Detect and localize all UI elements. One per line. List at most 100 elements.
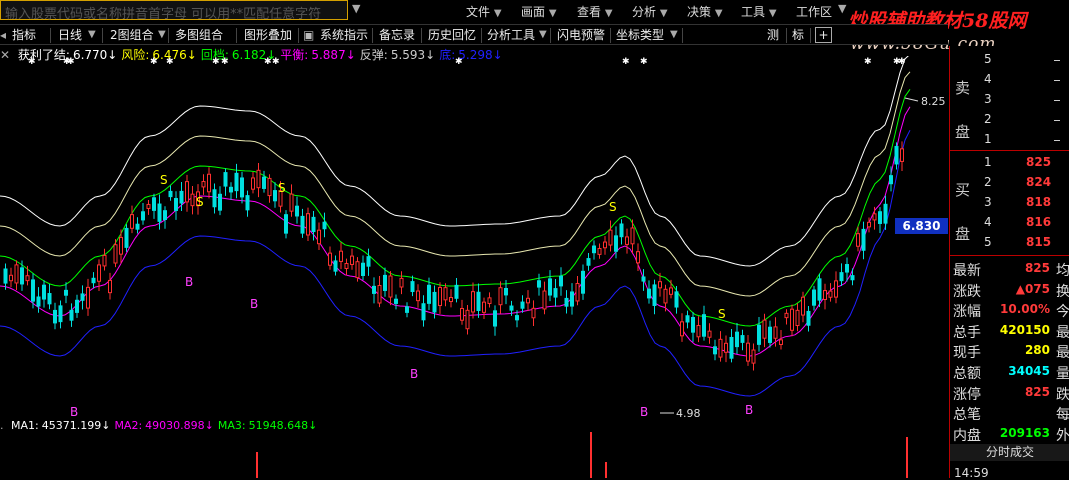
candle-body [229,186,233,193]
toolbar-alert-button[interactable]: 闪电预警 [557,27,605,43]
2chart-dropdown-icon[interactable]: ▼ [158,27,166,43]
candle-body [515,315,519,321]
buy-signal-mark: B [640,405,648,418]
toolbar-left-arrow-icon[interactable]: ◂ [0,27,6,43]
candle-body [427,284,431,304]
band-risk-line [0,71,911,297]
toolbar-measure-button[interactable]: 测 [767,27,779,43]
search-dropdown-icon[interactable]: ▼ [352,2,360,15]
candle-body [295,205,299,217]
menu-view[interactable]: 查看 ▼ [577,3,613,20]
toolbar-mark-button[interactable]: 标 [792,27,804,43]
stat-row: 涨跌 ▲075 换 [950,279,1069,300]
candle-body [900,148,904,162]
candle-body [526,297,530,304]
candle-body [86,286,90,309]
candle-body [867,221,871,228]
stat-extra: 外 [1056,427,1069,444]
axis-type-dropdown-icon[interactable]: ▼ [670,27,678,43]
buy-row: 3 818 [950,193,1069,214]
candle-body [152,197,156,211]
candle-body [834,280,838,298]
toolbar-indicator-button[interactable]: 指标 [12,27,36,43]
workspace-dropdown-icon[interactable]: ▼ [838,2,846,15]
candle-body [36,296,41,307]
candle-body [581,270,585,294]
candle-body [724,342,728,353]
toolbar-history-button[interactable]: 历史回忆 [428,27,476,43]
stock-search-input[interactable]: 输入股票代码或名称拼音首字母 可以用**匹配任意字符 [0,0,348,22]
volume-ma-value: 49030.898↓ [145,419,214,432]
stat-value: 420150 [999,322,1050,337]
toolbar-daily-button[interactable]: 日线 [58,27,82,43]
toolbar-2chart-button[interactable]: 2图组合 [110,27,154,43]
candle-body [146,203,151,209]
candle-body [64,289,68,296]
lock-icon[interactable]: ▣ [303,27,314,43]
stat-label: 涨幅 [953,304,981,321]
candle-body [548,278,552,296]
candle-body [113,244,118,264]
candle-body [102,254,107,267]
buy-row: 4 816 [950,213,1069,234]
buy-row: 5 815 [950,233,1069,254]
menu-decision[interactable]: 决策 ▼ [687,3,723,20]
crosshair-icon[interactable]: + [815,27,832,43]
candle-body [443,287,448,301]
stat-row: 涨停 825 跌 [950,382,1069,403]
candle-body [740,335,745,343]
candle-body [531,307,536,319]
candle-body [630,227,635,245]
candle-body [520,301,525,309]
kline-chart[interactable]: SSSSSBBBB BB8.254.98✱ ✱✱ ✱ ✱ ✱ ✱ ✱ ✱ ✱ ✱ ✱ ✱ ✱✱ [0,56,948,418]
toolbar-axis-type-button[interactable]: 坐标类型 [616,27,664,43]
candle-body [256,169,261,189]
high-price-label: 8.25 [921,95,946,108]
top-marker-icon: ✱ [272,57,280,67]
candle-body [190,193,195,207]
toolbar-overlay-button[interactable]: 图形叠加 [244,27,292,43]
stat-row: 涨幅 10.00% 今 [950,299,1069,320]
candle-body [465,309,470,330]
stat-label: 总额 [953,366,981,382]
menu-tools[interactable]: 工具 ▼ [741,3,777,20]
volume-ma-item: MA2: 49030.898↓ [114,419,213,432]
candle-body [685,315,690,323]
toolbar-memo-button[interactable]: 备忘录 [379,27,415,43]
band-bottom-line [0,129,911,397]
menu-file[interactable]: 文件 ▼ [466,3,502,20]
candle-body [762,319,767,339]
daily-dropdown-icon[interactable]: ▼ [88,27,96,43]
candle-body [333,260,338,272]
stat-label: 总手 [953,324,981,341]
candle-body [300,215,305,234]
candle-body [592,245,596,254]
top-marker-icon: ✱ [640,57,648,67]
top-marker-icon: ✱ [221,57,229,67]
menu-analysis[interactable]: 分析 ▼ [632,3,668,20]
stat-row: 内盘 209163 外 [950,423,1069,444]
candle-body [812,289,816,306]
sell-level: 5 [984,52,992,66]
toolbar-multichart-button[interactable]: 多图组合 [175,27,223,43]
menu-screen[interactable]: 画面 ▼ [521,3,557,20]
candle-body [350,255,354,265]
analysis-tools-dropdown-icon[interactable]: ▼ [539,27,547,43]
stat-value: 825 [1024,261,1050,275]
candle-body [850,275,855,281]
candle-body [861,228,866,251]
candle-body [262,176,266,189]
candle-body [823,290,827,300]
buy-price: 825 [1026,155,1052,169]
candle-body [608,229,613,246]
menu-workspace[interactable]: 工作区 [796,3,832,20]
toolbar-system-button[interactable]: 系统指示 [320,27,368,43]
buy-level: 4 [984,215,992,229]
candle-body [399,277,404,288]
toolbar-analysis-tools-button[interactable]: 分析工具 [487,27,535,43]
stat-row: 现手 280 最 [950,340,1069,361]
buy-signal-mark: B [745,403,753,417]
quote-panel: 卖盘 54321 买盘 1 825 2 824 3 818 4 816 5 815 最新 825 均涨… [949,46,1069,480]
candle-body [652,284,657,306]
volume-ma-value: 51948.648↓ [248,419,318,432]
